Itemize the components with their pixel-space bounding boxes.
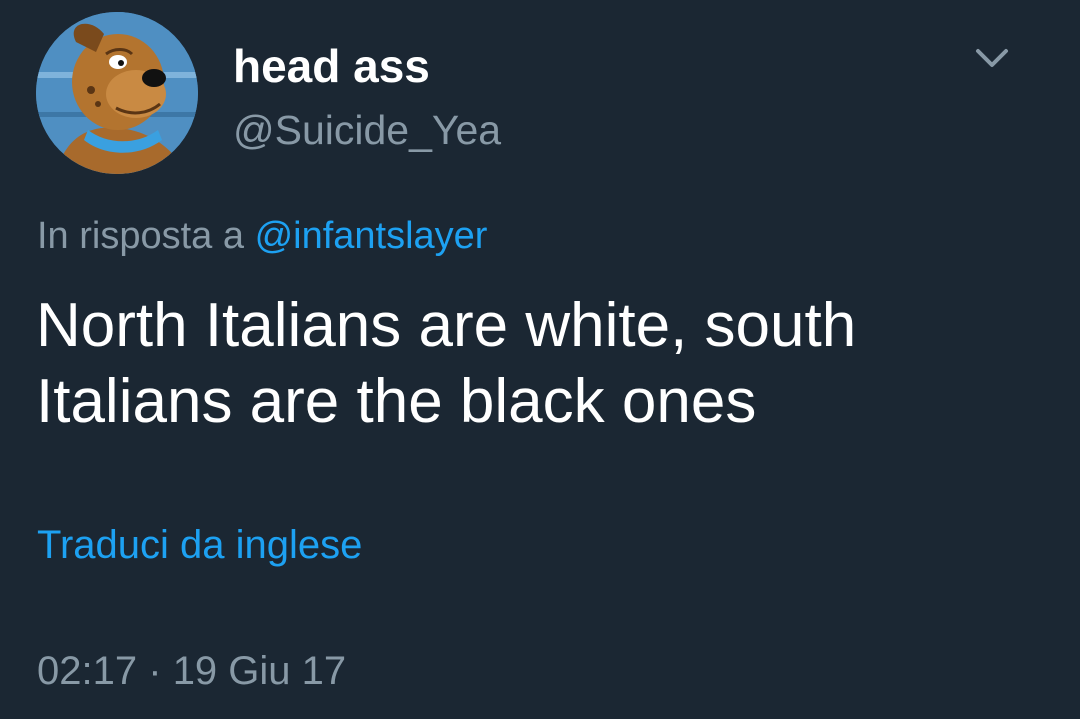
- cartoon-dog-avatar-icon: [36, 12, 198, 174]
- reply-context: In risposta a @infantslayer: [37, 210, 487, 262]
- chevron-down-icon[interactable]: [972, 38, 1012, 78]
- user-handle[interactable]: @Suicide_Yea: [233, 104, 501, 156]
- reply-prefix: In risposta a: [37, 215, 244, 257]
- tweet-text: North Italians are white, south Italians…: [36, 291, 857, 436]
- reply-mention-link[interactable]: @infantslayer: [255, 215, 488, 257]
- display-name[interactable]: head ass: [233, 38, 430, 94]
- translate-link[interactable]: Traduci da inglese: [37, 518, 362, 572]
- tweet: head ass @Suicide_Yea In risposta a @inf…: [0, 0, 1080, 719]
- avatar[interactable]: [36, 12, 198, 174]
- timestamp-separator: ·: [148, 649, 162, 693]
- tweet-timestamp: 02:17 · 19 Giu 17: [37, 644, 346, 698]
- tweet-date: 19 Giu 17: [172, 649, 347, 693]
- tweet-time: 02:17: [37, 649, 138, 693]
